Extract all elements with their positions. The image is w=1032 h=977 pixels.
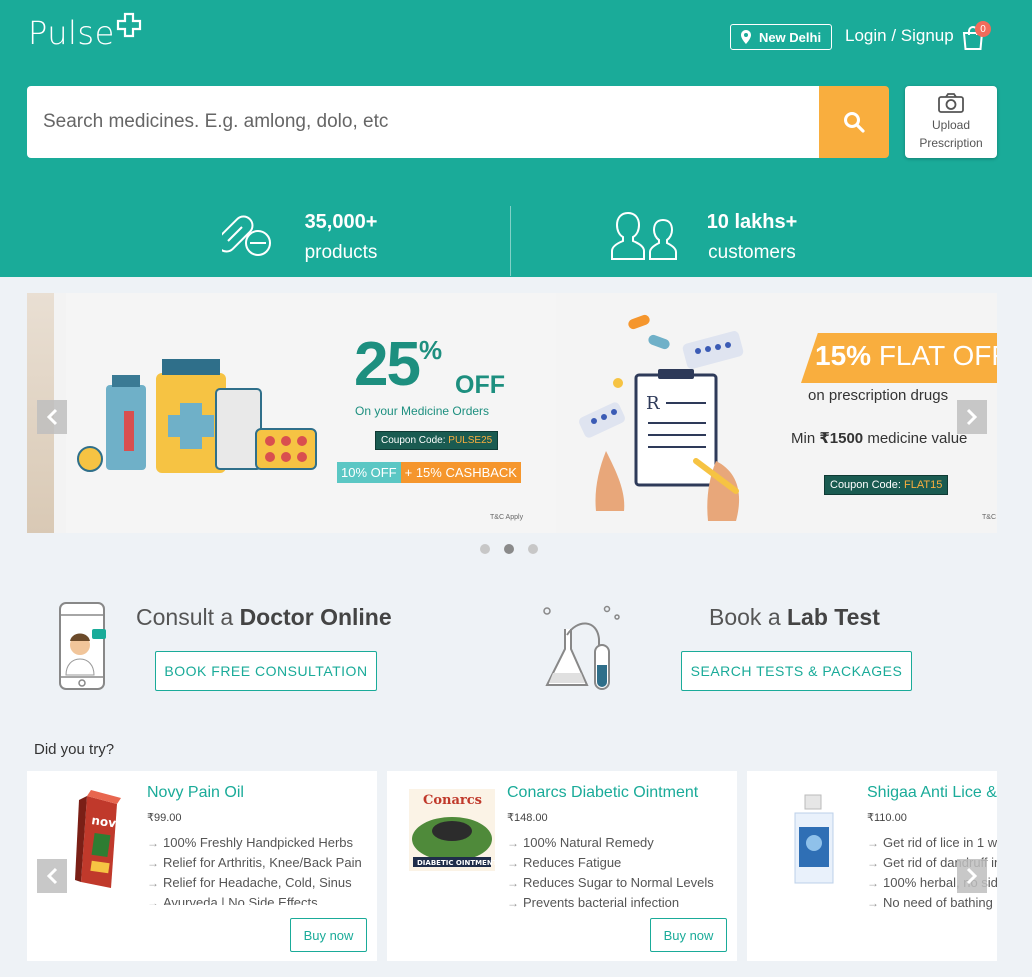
carousel-next-button[interactable] (957, 400, 987, 434)
banner-b-min-value: Min ₹1500 medicine value (791, 430, 968, 447)
location-button[interactable]: New Delhi (730, 24, 832, 50)
doctor-phone-illustration (52, 601, 114, 698)
buy-now-button[interactable]: Buy now (650, 918, 727, 952)
feature-item: Get rid of lice in 1 wash (867, 835, 997, 851)
banner-a-subtitle: On your Medicine Orders (355, 404, 490, 418)
cart-count-badge: 0 (975, 21, 991, 37)
products-stat: 35,000+ products (290, 211, 392, 264)
feature-item: No need of bathing (867, 895, 997, 911)
camera-icon (938, 93, 964, 113)
shigaa-product-image[interactable] (789, 793, 839, 887)
feature-item: Relief for Headache, Cold, Sinus (147, 875, 367, 891)
product-card-novy[interactable]: novy Novy Pain Oil ₹99.00 100% Freshly H… (27, 771, 377, 961)
medicine-bottles-illustration (77, 359, 317, 473)
logo[interactable]: Pulse (28, 12, 142, 52)
product-features: 100% Natural Remedy Reduces Fatigue Redu… (507, 835, 727, 915)
promo-banner-flat-off[interactable]: R 15% FLAT OFF on prescription drugs Min… (556, 293, 997, 533)
search-tests-packages-button[interactable]: SEARCH TESTS & PACKAGES (681, 651, 912, 691)
carousel-dots (480, 544, 538, 554)
upload-prescription-button[interactable]: Upload Prescription (905, 86, 997, 158)
lab-test-illustration (541, 605, 625, 698)
location-label: New Delhi (758, 29, 822, 45)
lab-flask-icon (543, 605, 620, 690)
prescription-clipboard-illustration: R (579, 314, 744, 521)
search-button[interactable] (819, 86, 889, 158)
search-icon (844, 112, 865, 133)
lab-test-title: Book a Lab Test (709, 604, 880, 630)
banner-a-coupon: Coupon Code: PULSE25 (375, 431, 499, 450)
chevron-left-icon (46, 867, 58, 885)
product-name[interactable]: Novy Pain Oil (147, 784, 244, 802)
customers-label: customers (708, 242, 796, 263)
products-count: 35,000+ (304, 211, 378, 233)
svg-text:R: R (646, 393, 660, 414)
products-prev-button[interactable] (37, 859, 67, 893)
promo-banner-medicine-orders[interactable]: 25% OFF On your Medicine Orders Coupon C… (66, 293, 556, 533)
banner-b-coupon: Coupon Code: FLAT15 (824, 475, 949, 495)
feature-item: 100% Natural Remedy (507, 835, 727, 851)
product-name[interactable]: Shigaa Anti Lice & Dandruff (867, 784, 997, 802)
customers-count: 10 lakhs+ (706, 211, 798, 233)
product-card-conarcs[interactable]: Conarcs DIABETIC OINTMENT Conarcs Diabet… (387, 771, 737, 961)
chevron-right-icon (966, 408, 978, 426)
promo-carousel[interactable]: 25% OFF On your Medicine Orders Coupon C… (27, 293, 997, 533)
banner-a-off: OFF (455, 371, 505, 399)
did-you-try-title: Did you try? (34, 741, 115, 758)
banner-a-cashback: + 15% CASHBACK (400, 462, 521, 483)
banner-a-10off: 10% OFF (337, 462, 401, 483)
feature-item: Prevents bacterial infection (507, 895, 727, 911)
product-price: ₹110.00 (867, 812, 907, 824)
conarcs-product-image[interactable]: Conarcs DIABETIC OINTMENT (409, 789, 498, 871)
banner-a-offer-strip: 10% OFF + 15% CASHBACK (337, 462, 521, 483)
doctor-phone-icon (59, 602, 106, 690)
banner-b-subtitle: on prescription drugs (808, 387, 949, 404)
carousel-dot-active[interactable] (504, 544, 514, 554)
logo-text: Pulse (28, 14, 115, 52)
location-pin-icon (740, 30, 751, 44)
chevron-right-icon (966, 867, 978, 885)
stat-divider (510, 206, 511, 276)
header: Pulse New Delhi Login / Signup 0 Upload … (0, 0, 1032, 277)
banner-b-headline: 15% FLAT OFF (815, 340, 997, 371)
customers-stat-icon (608, 205, 680, 266)
doctor-online-title: Consult a Doctor Online (136, 604, 392, 630)
chevron-left-icon (46, 408, 58, 426)
customers-stat: 10 lakhs+ customers (692, 211, 812, 264)
feature-item: Reduces Sugar to Normal Levels (507, 875, 727, 891)
carousel-dot[interactable] (528, 544, 538, 554)
logo-cross-icon (116, 8, 142, 46)
carousel-prev-button[interactable] (37, 400, 67, 434)
product-name[interactable]: Conarcs Diabetic Ointment (507, 784, 698, 802)
feature-item: Reduces Fatigue (507, 855, 727, 871)
banner-b-tc: T&C (982, 514, 996, 521)
search-input[interactable] (27, 86, 819, 158)
upload-prescription-label: Upload Prescription (919, 118, 983, 150)
product-price: ₹148.00 (507, 812, 548, 824)
conarcs-brand-text: Conarcs (423, 793, 482, 808)
banner-a-percent: 25% (354, 330, 443, 399)
products-stat-icon (216, 205, 274, 264)
login-signup-link[interactable]: Login / Signup (845, 26, 954, 46)
product-features: 100% Freshly Handpicked Herbs Relief for… (147, 835, 367, 909)
feature-item: 100% Freshly Handpicked Herbs (147, 835, 367, 851)
products-next-button[interactable] (957, 859, 987, 893)
feature-item: Ayurveda | No Side Effects (147, 895, 367, 905)
banner-a-tc: T&C Apply (490, 514, 524, 521)
buy-now-button[interactable]: Buy now (290, 918, 367, 952)
people-icon (611, 211, 677, 260)
book-free-consultation-button[interactable]: BOOK FREE CONSULTATION (155, 651, 377, 691)
product-price: ₹99.00 (147, 812, 182, 824)
feature-item: Relief for Arthritis, Knee/Back Pain (147, 855, 367, 871)
products-label: products (304, 242, 378, 263)
carousel-dot[interactable] (480, 544, 490, 554)
conarcs-label-text: DIABETIC OINTMENT (417, 859, 495, 867)
pills-icon (216, 215, 271, 256)
